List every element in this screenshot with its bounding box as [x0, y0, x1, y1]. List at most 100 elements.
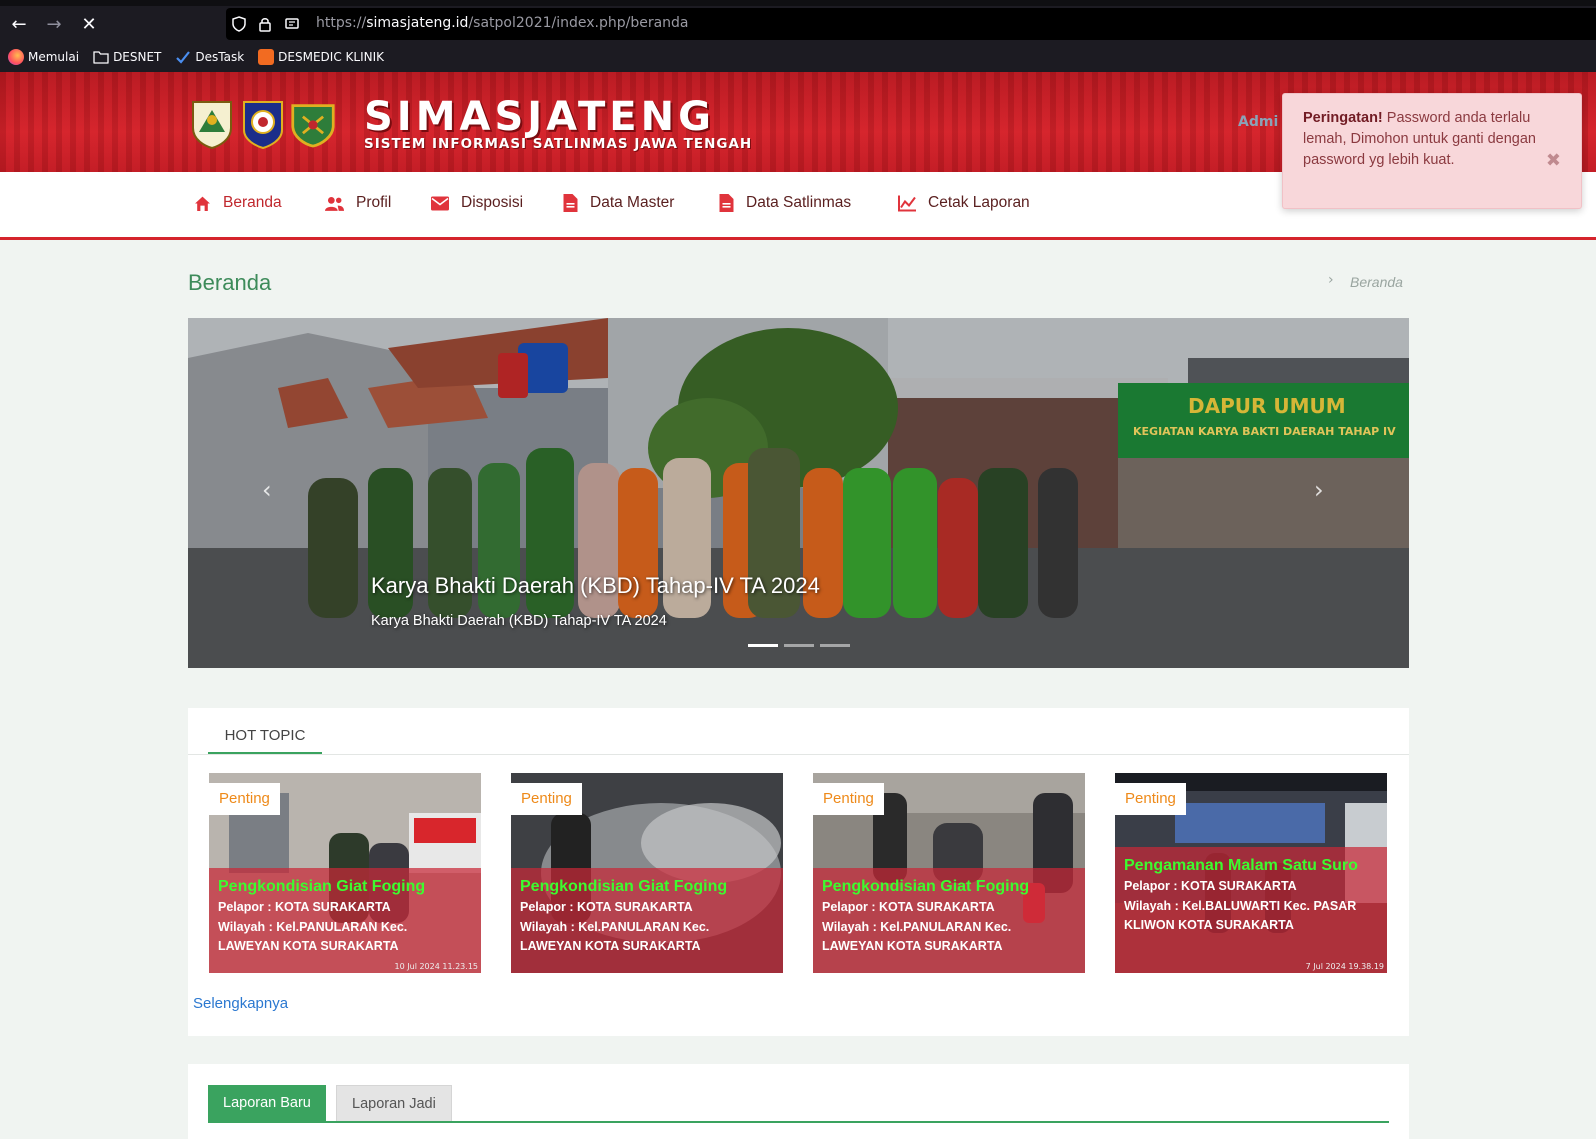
- tab-hot-topic[interactable]: HOT TOPIC: [208, 724, 322, 754]
- clinic-icon: [258, 49, 275, 65]
- province-logo: [192, 101, 232, 150]
- home-icon: [195, 196, 210, 211]
- bookmark-label: DESNET: [113, 50, 162, 64]
- card-region: Wilayah : Kel.PANULARAN Kec. LAWEYAN KOT…: [520, 919, 710, 954]
- menu-label: Profil: [356, 194, 392, 211]
- bookmark-label: DESMEDIC KLINIK: [278, 50, 384, 64]
- bookmark-label: Memulai: [28, 50, 80, 64]
- breadcrumb-separator: ›: [1328, 272, 1334, 288]
- card-overlay: Pengkondisian Giat Foging Pelapor : KOTA…: [209, 868, 481, 973]
- back-icon[interactable]: ←: [6, 12, 32, 38]
- card-title[interactable]: Pengkondisian Giat Foging: [822, 876, 1076, 898]
- card-overlay: Pengkondisian Giat Foging Pelapor : KOTA…: [813, 868, 1085, 973]
- menu-item-data-satlinmas[interactable]: Data Satlinmas: [719, 194, 851, 212]
- admin-menu[interactable]: Admi: [1238, 114, 1278, 130]
- hero-carousel[interactable]: DAPUR UMUM KEGIATAN KARYA BAKTI DAERAH T…: [188, 318, 1409, 668]
- url-prefix: https://: [316, 15, 367, 31]
- lock-icon[interactable]: [257, 16, 273, 32]
- document-icon: [563, 194, 578, 212]
- bookmarks-bar: Memulai DESNET DesTask DESMEDIC KLINIK: [0, 46, 390, 68]
- tab-strip: [0, 0, 1596, 6]
- firefox-icon: [8, 49, 24, 65]
- topic-card[interactable]: Penting Pengkondisian Giat Foging Pelapo…: [209, 773, 481, 973]
- hot-topic-panel: HOT TOPIC Penting Pengkondisian Giat Fog…: [188, 708, 1409, 1036]
- carousel-indicator[interactable]: [748, 644, 778, 647]
- tab-laporan-baru[interactable]: Laporan Baru: [208, 1085, 326, 1122]
- url-text[interactable]: https://simasjateng.id/satpol2021/index.…: [316, 15, 689, 31]
- url-path: /satpol2021/index.php/beranda: [468, 15, 689, 31]
- carousel-indicator[interactable]: [820, 644, 850, 647]
- forward-icon[interactable]: →: [41, 12, 67, 38]
- carousel-indicators: [748, 644, 856, 647]
- card-badge: Penting: [813, 783, 884, 815]
- bookmark-desmedic[interactable]: DESMEDIC KLINIK: [258, 49, 384, 65]
- url-domain: simasjateng.id: [366, 15, 469, 31]
- satpol-logo: [291, 104, 335, 148]
- toast-text: Peringatan! Password anda terlalu lemah,…: [1303, 108, 1561, 171]
- card-overlay: Pengkondisian Giat Foging Pelapor : KOTA…: [511, 868, 783, 973]
- bookmark-destask[interactable]: DesTask: [175, 49, 244, 65]
- card-reporter: Pelapor : KOTA SURAKARTA: [1124, 879, 1297, 893]
- card-title[interactable]: Pengkondisian Giat Foging: [520, 876, 774, 898]
- brand-subtitle: SISTEM INFORMASI SATLINMAS JAWA TENGAH: [364, 136, 753, 152]
- card-timestamp: 10 Jul 2024 11.23.15: [394, 962, 478, 971]
- carousel-prev-icon[interactable]: ‹: [262, 476, 272, 504]
- card-reporter: Pelapor : KOTA SURAKARTA: [520, 900, 693, 914]
- brand-title: SIMASJATENG: [364, 94, 715, 140]
- breadcrumb[interactable]: Beranda: [1350, 274, 1403, 290]
- address-bar[interactable]: https://simasjateng.id/satpol2021/index.…: [226, 8, 1596, 40]
- bookmark-label: DesTask: [195, 50, 245, 64]
- users-icon: [325, 196, 344, 211]
- carousel-caption-title: Karya Bhakti Daerah (KBD) Tahap-IV TA 20…: [371, 573, 820, 598]
- card-timestamp: 7 Jul 2024 19.38.19: [1305, 962, 1384, 971]
- carousel-next-icon[interactable]: ›: [1314, 476, 1324, 504]
- card-badge: Penting: [511, 783, 582, 815]
- menu-item-beranda[interactable]: Beranda: [194, 194, 282, 212]
- menu-label: Data Master: [590, 194, 675, 211]
- menu-item-disposisi[interactable]: Disposisi: [431, 194, 523, 212]
- card-reporter: Pelapor : KOTA SURAKARTA: [822, 900, 995, 914]
- bookmark-memulai[interactable]: Memulai: [8, 49, 79, 65]
- card-region: Wilayah : Kel.PANULARAN Kec. LAWEYAN KOT…: [218, 919, 408, 954]
- menu-label: Beranda: [223, 194, 282, 211]
- mail-icon: [431, 196, 449, 210]
- card-badge: Penting: [209, 783, 280, 815]
- bookmark-desnet[interactable]: DESNET: [93, 49, 161, 65]
- card-region: Wilayah : Kel.PANULARAN Kec. LAWEYAN KOT…: [822, 919, 1012, 954]
- folder-icon: [93, 51, 109, 64]
- page-info-icon[interactable]: [284, 16, 300, 32]
- stop-icon[interactable]: ✕: [76, 12, 102, 38]
- page-title: Beranda: [188, 270, 272, 295]
- card-badge: Penting: [1115, 783, 1186, 815]
- menu-item-data-master[interactable]: Data Master: [563, 194, 674, 212]
- satlinmas-logo: [243, 101, 283, 150]
- document-icon: [719, 194, 734, 212]
- card-title[interactable]: Pengamanan Malam Satu Suro: [1124, 855, 1378, 877]
- topic-card[interactable]: Penting Pengkondisian Giat Foging Pelapo…: [511, 773, 783, 973]
- carousel-indicator[interactable]: [784, 644, 814, 647]
- toast-title: Peringatan!: [1303, 110, 1383, 126]
- topic-card[interactable]: Penting Pengkondisian Giat Foging Pelapo…: [813, 773, 1085, 973]
- carousel-caption-sub: Karya Bhakti Daerah (KBD) Tahap-IV TA 20…: [371, 613, 667, 629]
- topic-card[interactable]: Penting Pengamanan Malam Satu Suro Pelap…: [1115, 773, 1387, 973]
- check-icon: [176, 51, 191, 64]
- card-region: Wilayah : Kel.BALUWARTI Kec. PASAR KLIWO…: [1124, 898, 1357, 933]
- menu-label: Disposisi: [461, 194, 524, 211]
- menu-item-cetak-laporan[interactable]: Cetak Laporan: [898, 194, 1030, 212]
- card-overlay: Pengamanan Malam Satu Suro Pelapor : KOT…: [1115, 847, 1387, 973]
- tab-underline: [208, 1121, 1389, 1123]
- card-title[interactable]: Pengkondisian Giat Foging: [218, 876, 472, 898]
- close-icon[interactable]: ✖: [1546, 150, 1561, 171]
- menu-label: Data Satlinmas: [746, 194, 852, 211]
- browser-chrome: ← → ✕ https://simasjateng.id/satpol2021/…: [0, 0, 1596, 72]
- laporan-panel: Laporan Baru Laporan Jadi: [188, 1064, 1409, 1139]
- menu-label: Cetak Laporan: [928, 194, 1030, 211]
- menu-item-profil[interactable]: Profil: [325, 194, 391, 212]
- card-reporter: Pelapor : KOTA SURAKARTA: [218, 900, 391, 914]
- warning-toast: Peringatan! Password anda terlalu lemah,…: [1282, 93, 1582, 209]
- shield-icon[interactable]: [231, 16, 247, 32]
- see-more-link[interactable]: Selengkapnya: [193, 995, 288, 1012]
- tab-laporan-jadi[interactable]: Laporan Jadi: [336, 1085, 452, 1122]
- chart-icon: [898, 195, 916, 211]
- panel-divider: [188, 754, 1409, 755]
